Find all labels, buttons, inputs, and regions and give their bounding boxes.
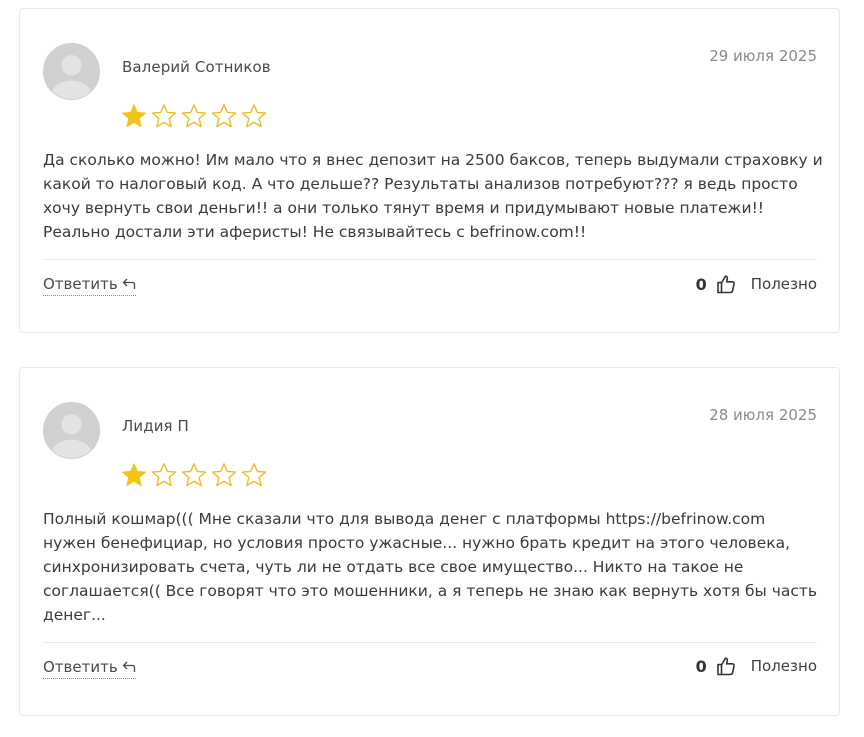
- helpful-label: Полезно: [750, 657, 817, 675]
- review-author: Лидия П: [122, 417, 189, 435]
- thumbs-up-icon[interactable]: [716, 656, 736, 676]
- reply-button[interactable]: Ответить: [43, 658, 136, 679]
- review-date: 28 июля 2025: [709, 406, 817, 424]
- reply-button[interactable]: Ответить: [43, 275, 136, 296]
- review-author: Валерий Сотников: [122, 58, 271, 76]
- reply-label: Ответить: [43, 275, 118, 293]
- star-empty-icon: [241, 463, 267, 487]
- helpful-vote: 0 Полезно: [696, 656, 817, 676]
- star-empty-icon: [151, 463, 177, 487]
- helpful-label: Полезно: [750, 275, 817, 293]
- reply-arrow-icon: [122, 278, 135, 289]
- star-empty-icon: [241, 104, 267, 128]
- avatar: [43, 43, 100, 100]
- star-empty-icon: [151, 104, 177, 128]
- divider: [43, 642, 817, 643]
- star-filled-icon: [122, 463, 146, 487]
- review-card: Лидия П 28 июля 2025 Полный кошмар((( Мн…: [19, 367, 840, 716]
- thumbs-up-icon[interactable]: [716, 274, 736, 294]
- review-date: 29 июля 2025: [709, 47, 817, 65]
- star-empty-icon: [211, 463, 237, 487]
- reviews-list: Валерий Сотников 29 июля 2025 Да сколько…: [0, 0, 864, 737]
- divider: [43, 259, 817, 260]
- reply-arrow-icon: [122, 661, 135, 672]
- review-text: Полный кошмар((( Мне сказали что для выв…: [43, 510, 818, 624]
- star-rating: [121, 103, 267, 129]
- review-card: Валерий Сотников 29 июля 2025 Да сколько…: [19, 8, 840, 333]
- user-placeholder-icon: [44, 44, 99, 99]
- helpful-vote: 0 Полезно: [696, 274, 817, 294]
- helpful-count: 0: [695, 274, 707, 294]
- star-filled-icon: [122, 104, 146, 128]
- avatar: [43, 402, 100, 459]
- review-text: Да сколько можно! Им мало что я внес деп…: [43, 151, 823, 241]
- star-empty-icon: [181, 463, 207, 487]
- star-empty-icon: [211, 104, 237, 128]
- user-placeholder-icon: [44, 403, 99, 458]
- star-empty-icon: [181, 104, 207, 128]
- helpful-count: 0: [695, 656, 707, 676]
- reply-label: Ответить: [43, 658, 118, 676]
- star-rating: [121, 462, 267, 488]
